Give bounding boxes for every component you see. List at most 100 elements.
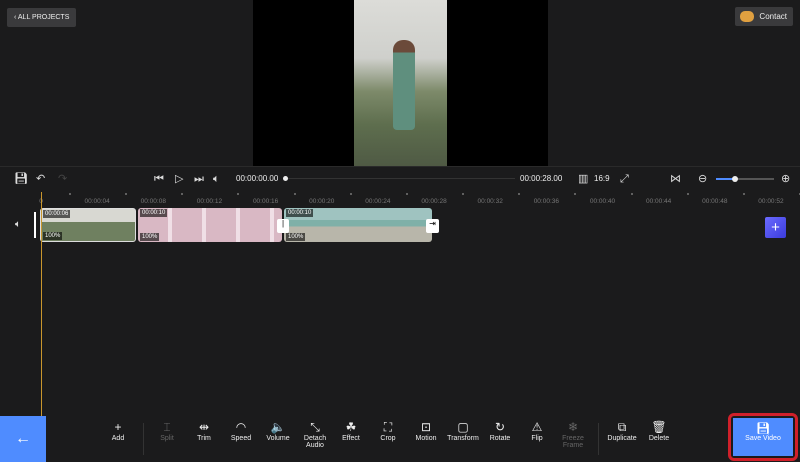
timeline-ruler[interactable]: 000:00:0400:00:0800:00:1200:00:1600:00:2…	[0, 190, 800, 208]
scrub-bar[interactable]	[285, 178, 515, 179]
tool-freeze-frame-button[interactable]: ❄ Freeze Frame	[553, 420, 593, 449]
crop-icon: ⛶	[383, 420, 393, 434]
tool-flip-button[interactable]: ⚠ Flip	[517, 420, 557, 442]
ruler-tick-label: 00:00:08	[140, 198, 166, 205]
clip-duration: 00:00:10	[286, 209, 314, 217]
ruler-tick	[686, 193, 689, 195]
zoom-slider[interactable]	[716, 176, 774, 182]
clip-2[interactable]: 00:00:10 100%	[138, 208, 282, 242]
tool-detach-audio-button[interactable]: ⤡ Detach Audio	[295, 420, 335, 449]
zoom-in-icon[interactable]: ⊕	[781, 167, 790, 191]
delete-icon: 🗑	[651, 420, 667, 434]
ruler-tick-label: 00:00:32	[477, 198, 503, 205]
ruler-tick-label: 00:00:04	[84, 198, 110, 205]
skip-forward-icon[interactable]: ⏭︎	[194, 167, 204, 191]
clip-duration: 00:00:10	[140, 209, 168, 217]
ruler-tick-label: 00:00:44	[645, 198, 672, 205]
trim-icon: ⇹	[198, 420, 210, 434]
tool-split-button[interactable]: ⌶ Split	[147, 420, 187, 442]
tool-motion-button[interactable]: ⊡ Motion	[406, 420, 446, 442]
preview-subject	[393, 40, 415, 130]
zoom-out-icon[interactable]: ⊖	[698, 167, 707, 191]
tool-label: Detach Audio	[303, 435, 327, 449]
tool-label: Add	[111, 435, 125, 442]
motion-icon: ⊡	[420, 420, 432, 434]
play-icon[interactable]: ▷	[175, 167, 183, 191]
aspect-icon[interactable]: ▥	[578, 167, 588, 191]
clip-end-button[interactable]: ⇥	[426, 219, 439, 233]
save-video-button[interactable]: 💾︎ Save Video	[733, 418, 793, 456]
clip-duration: 00:00:06	[43, 210, 71, 218]
add-icon: +	[114, 420, 122, 434]
tool-rotate-button[interactable]: ↻ Rotate	[480, 420, 520, 442]
ruler-tick	[574, 193, 577, 195]
tool-label: Split	[160, 435, 174, 442]
tool-label: Rotate	[489, 435, 511, 442]
clip-volume: 100%	[286, 233, 306, 241]
transition-button[interactable]: |	[277, 219, 289, 233]
tool-transform-button[interactable]: ▢ Transform	[443, 420, 483, 442]
tool-crop-button[interactable]: ⛶ Crop	[368, 420, 408, 442]
tool-label: Transform	[447, 435, 479, 442]
ruler-tick-label: 00:00:12	[196, 198, 223, 205]
aspect-ratio[interactable]: 16:9	[594, 167, 610, 191]
transform-icon: ▢	[457, 420, 469, 434]
avatar	[740, 11, 755, 22]
tool-label: Crop	[380, 435, 396, 442]
ruler-tick	[742, 193, 745, 195]
save-icon[interactable]: 💾︎	[14, 167, 28, 191]
tool-speed-button[interactable]: ◠ Speed	[221, 420, 261, 442]
tool-label: Delete	[648, 435, 670, 442]
playhead[interactable]	[41, 192, 42, 416]
tool-label: Duplicate	[607, 435, 637, 442]
divider	[598, 423, 599, 455]
rotate-icon: ↻	[494, 420, 506, 434]
volume-icon[interactable]: 🔈︎	[213, 167, 220, 191]
ruler-tick	[181, 193, 184, 195]
tool-volume-button[interactable]: 🔈 Volume	[258, 420, 298, 442]
tool-add-button[interactable]: + Add	[98, 420, 138, 442]
skip-back-icon[interactable]: ⏮︎	[154, 167, 164, 191]
tool-label: Speed	[230, 435, 252, 442]
ruler-tick-label: 00:00:52	[758, 198, 784, 205]
back-button[interactable]: ←	[0, 416, 46, 462]
divider	[143, 423, 144, 455]
fullscreen-icon[interactable]: ⤢	[620, 167, 629, 191]
speed-icon: ◠	[235, 420, 247, 434]
ruler-tick-label: 00:00:28	[421, 198, 447, 205]
clip-1[interactable]: 00:00:06 100%	[40, 208, 136, 242]
ruler-tick	[237, 193, 240, 195]
add-track-button[interactable]: +	[765, 217, 786, 238]
contact-button[interactable]: Contact	[735, 7, 793, 26]
ruler-tick	[125, 193, 128, 195]
clip-volume: 100%	[140, 233, 160, 241]
tool-effect-button[interactable]: ☘ Effect	[331, 420, 371, 442]
ruler-tick	[462, 193, 465, 195]
clip-3[interactable]: 00:00:10 100%	[284, 208, 432, 242]
undo-icon[interactable]: ↶	[36, 167, 45, 191]
split-icon: ⌶	[163, 420, 171, 434]
tool-label: Freeze Frame	[562, 435, 584, 449]
volume-icon: 🔈	[270, 420, 286, 434]
track-volume-icon[interactable]: 🔈︎	[15, 219, 21, 230]
all-projects-button[interactable]: ‹ ALL PROJECTS	[7, 8, 77, 27]
save-video-label: Save Video	[745, 435, 781, 442]
tool-label: Volume	[266, 435, 290, 442]
tool-label: Effect	[342, 435, 360, 442]
save-icon: 💾︎	[756, 423, 770, 435]
scrub-handle[interactable]	[283, 176, 288, 181]
track-start-handle[interactable]	[34, 212, 36, 238]
tool-duplicate-button[interactable]: ⧉ Duplicate	[602, 420, 642, 442]
current-time: 00:00:00.00	[236, 174, 279, 183]
ruler-tick-label: 00:00:20	[309, 198, 335, 205]
tool-delete-button[interactable]: 🗑 Delete	[639, 420, 679, 442]
detach-audio-icon: ⤡	[310, 420, 320, 434]
effect-icon: ☘	[345, 420, 357, 434]
contact-label: Contact	[759, 12, 787, 21]
split-view-icon[interactable]: ⋈	[670, 167, 681, 191]
ruler-tick	[518, 193, 521, 195]
total-time: 00:00:28.00	[520, 174, 563, 183]
redo-icon[interactable]: ↷	[58, 167, 67, 191]
tool-trim-button[interactable]: ⇹ Trim	[184, 420, 224, 442]
ruler-tick-label: 00:00:24	[365, 198, 391, 205]
